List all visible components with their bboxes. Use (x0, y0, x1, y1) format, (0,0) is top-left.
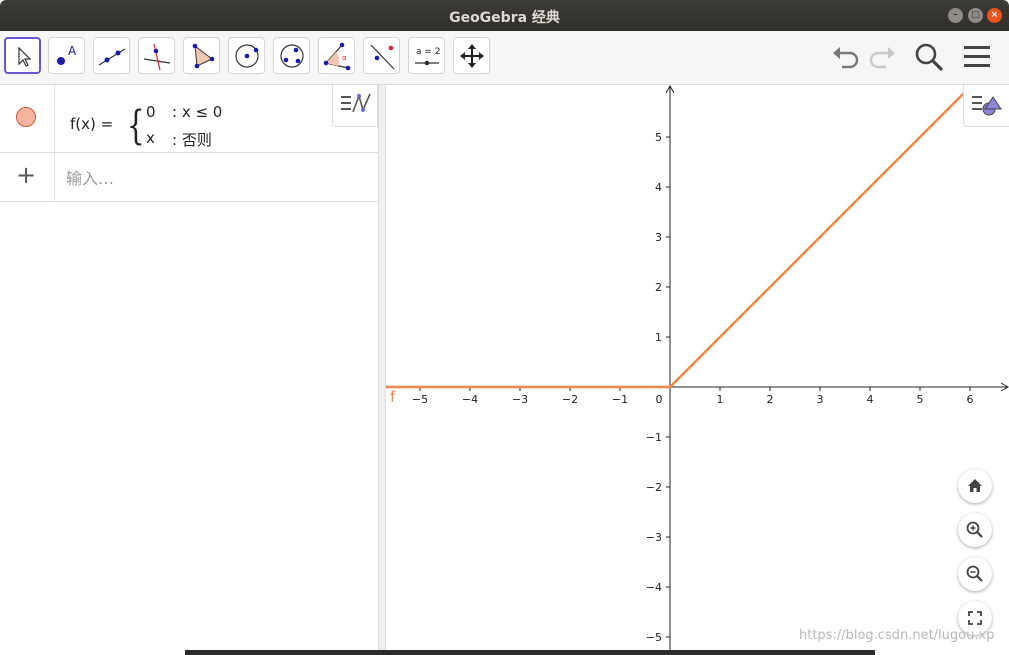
home-view-button[interactable] (958, 469, 992, 503)
slider-tool-button[interactable]: a = 2 (408, 37, 445, 74)
algebra-style-icon (341, 93, 371, 113)
x-tick-label: −2 (562, 393, 578, 406)
line-tool-button[interactable] (93, 37, 130, 74)
svg-text:A: A (68, 44, 77, 58)
undo-icon (833, 47, 859, 69)
case1-condition: : x ≤ 0 (172, 103, 223, 121)
toolbar: A α a = 2 (0, 31, 1009, 85)
watermark-text: https://blog.csdn.net/lugou.xp (799, 628, 995, 643)
slider-icon: a = 2 (415, 47, 441, 66)
move-tool-button[interactable] (4, 37, 41, 74)
fullscreen-icon (968, 611, 982, 625)
perpendicular-tool-button[interactable] (138, 37, 175, 74)
perpendicular-line-icon (143, 43, 171, 71)
angle-tool-button[interactable]: α (318, 37, 355, 74)
y-tick-label: 5 (655, 131, 662, 144)
x-tick-label: 1 (717, 393, 724, 406)
x-tick-label: 3 (817, 393, 824, 406)
angle-icon: α (323, 42, 351, 71)
close-button[interactable]: × (987, 8, 1002, 23)
case2-condition: : 否则 (172, 131, 212, 149)
graphics-view[interactable]: −5 −4 −3 −2 −1 0 1 2 3 4 5 6 5 4 3 2 1 −1 −2 −3 −4 −5 f (386, 85, 1009, 655)
circle-icon (235, 44, 259, 68)
coordinate-plane[interactable]: −5 −4 −3 −2 −1 0 1 2 3 4 5 6 5 4 3 2 1 −1 −2 −3 −4 −5 f (386, 85, 1009, 655)
algebra-input[interactable]: 输入… (66, 165, 114, 189)
y-tick-label: −1 (646, 431, 662, 444)
line-icon (98, 48, 126, 66)
y-tick-label: 2 (655, 281, 662, 294)
window-title: GeoGebra 经典 (449, 10, 560, 26)
visibility-toggle[interactable] (16, 107, 36, 127)
zoom-out-button[interactable] (958, 557, 992, 591)
add-item-icon[interactable]: + (16, 163, 36, 187)
move-view-tool-button[interactable] (453, 37, 490, 74)
graphics-style-bar-toggle[interactable] (963, 85, 1009, 127)
cursor-arrow-icon (18, 46, 32, 67)
y-tick-label: −2 (646, 481, 662, 494)
x-tick-label: 0 (656, 393, 663, 406)
y-tick-label: −3 (646, 531, 662, 544)
conic-tool-button[interactable] (273, 37, 310, 74)
circle-tool-button[interactable] (228, 37, 265, 74)
y-tick-label: −5 (646, 631, 662, 644)
polygon-icon (192, 43, 215, 69)
zoom-out-icon (966, 565, 983, 582)
zoom-in-button[interactable] (958, 513, 992, 547)
y-tick-label: −4 (646, 581, 662, 594)
y-tick-label: 1 (655, 331, 662, 344)
x-tick-label: 5 (917, 393, 924, 406)
maximize-button[interactable]: □ (968, 8, 983, 23)
piecewise-brace: { (126, 103, 145, 149)
redo-button[interactable] (866, 41, 898, 73)
x-tick-label: −3 (512, 393, 528, 406)
case2-value: x (146, 129, 155, 147)
search-button[interactable] (913, 41, 945, 73)
view-splitter[interactable] (378, 85, 386, 655)
function-lhs: f(x) = (70, 115, 114, 133)
algebra-item-f[interactable]: f(x) = { 0 : x ≤ 0 x : 否则 (0, 85, 378, 153)
y-tick-label: 3 (655, 231, 662, 244)
y-tick-label: 4 (655, 181, 662, 194)
menu-button[interactable] (961, 41, 993, 73)
algebra-view: f(x) = { 0 : x ≤ 0 x : 否则 + 输入… (0, 85, 379, 655)
x-tick-label: −5 (412, 393, 428, 406)
x-tick-label: 4 (867, 393, 874, 406)
algebra-style-bar-toggle[interactable] (332, 85, 378, 127)
function-graph-right (669, 85, 974, 388)
polygon-tool-button[interactable] (183, 37, 220, 74)
minimize-button[interactable]: – (948, 8, 963, 23)
algebra-input-row[interactable]: + 输入… (0, 153, 378, 202)
function-label: f (390, 388, 396, 406)
case1-value: 0 (146, 103, 156, 121)
move-arrows-icon (460, 44, 484, 68)
redo-icon (869, 47, 895, 69)
reflect-tool-button[interactable] (363, 37, 400, 74)
point-icon: A (57, 44, 77, 65)
circle-three-points-icon (280, 44, 304, 68)
search-icon (915, 43, 944, 72)
window-titlebar: GeoGebra 经典 – □ × (0, 0, 1009, 31)
x-tick-label: 2 (767, 393, 774, 406)
undo-button[interactable] (830, 41, 862, 73)
x-tick-label: 6 (967, 393, 974, 406)
graphics-style-icon (972, 96, 1002, 116)
slider-tool-label: a = 2 (416, 47, 441, 57)
point-tool-button[interactable]: A (48, 37, 85, 74)
zoom-in-icon (966, 521, 983, 538)
home-icon (968, 479, 982, 492)
background-window-strip (185, 650, 875, 655)
hamburger-menu-icon (964, 46, 990, 67)
svg-text:α: α (342, 54, 347, 62)
reflect-line-icon (370, 44, 395, 70)
x-tick-label: −4 (462, 393, 478, 406)
x-tick-label: −1 (612, 393, 628, 406)
